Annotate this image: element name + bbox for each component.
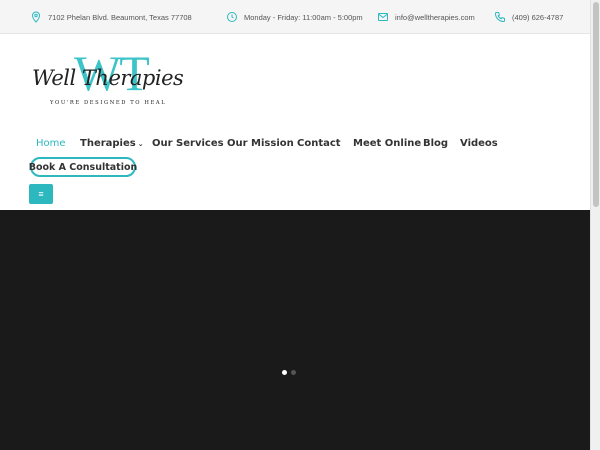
chevron-down-icon: ⌄ [137,140,144,148]
site-logo[interactable]: WT Well Therapies YOU'RE DESIGNED TO HEA… [32,48,192,112]
address-item: 7102 Phelan Blvd. Beaumont, Texas 77708 [30,0,192,34]
logo-name: Well Therapies [32,66,184,90]
nav-item-videos[interactable]: Videos [460,138,498,149]
top-info-bar: 7102 Phelan Blvd. Beaumont, Texas 77708 … [0,0,590,34]
address-text: 7102 Phelan Blvd. Beaumont, Texas 77708 [48,12,192,22]
book-consultation-button[interactable]: Book A Consultation [29,157,137,177]
nav-item-meet-online[interactable]: Meet Online [353,138,421,149]
nav-item-our-mission[interactable]: Our Mission [227,138,294,149]
nav-item-therapies-label: Therapies [80,138,136,149]
nav-item-home[interactable]: Home [36,138,66,149]
nav-item-therapies[interactable]: Therapies ⌄ [80,138,144,149]
scrollbar-thumb[interactable] [593,2,599,207]
email-item[interactable]: info@welltherapies.com [377,0,475,34]
map-pin-icon [31,11,41,23]
mail-icon [378,13,388,21]
mobile-menu-button[interactable]: ≡ [29,184,53,204]
hero-slider [0,210,590,450]
nav-item-our-services[interactable]: Our Services [152,138,224,149]
slider-dot-1[interactable] [282,370,287,375]
hours-item: Monday - Friday: 11:00am - 5:00pm [226,0,363,34]
slider-pagination [282,370,296,375]
email-link[interactable]: info@welltherapies.com [395,13,475,22]
clock-icon [227,12,237,22]
phone-item[interactable]: (409) 626-4787 [494,0,563,34]
logo-tagline: YOU'RE DESIGNED TO HEAL [50,100,167,106]
phone-icon [494,12,505,23]
nav-item-contact[interactable]: Contact [297,138,341,149]
hours-text: Monday - Friday: 11:00am - 5:00pm [244,12,363,22]
phone-link[interactable]: (409) 626-4787 [512,13,563,22]
menu-icon: ≡ [38,188,44,199]
slider-dot-2[interactable] [291,370,296,375]
page-scrollbar[interactable] [590,0,600,450]
nav-item-blog[interactable]: Blog [423,138,448,149]
